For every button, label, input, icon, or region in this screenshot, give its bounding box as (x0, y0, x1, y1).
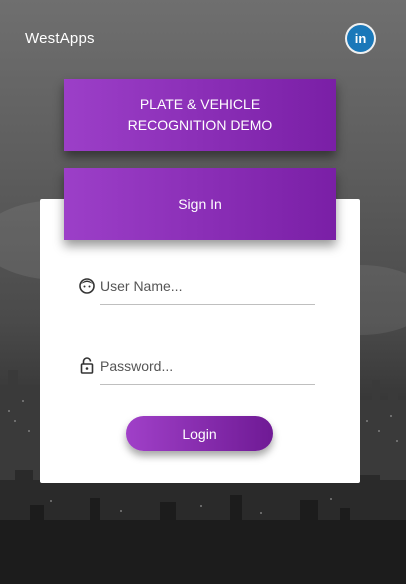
username-input[interactable] (100, 268, 315, 305)
password-field (78, 348, 318, 388)
demo-title-banner: PLATE & VEHICLE RECOGNITION DEMO (64, 79, 336, 151)
user-face-icon (78, 276, 96, 294)
banner-line-2: RECOGNITION DEMO (127, 117, 273, 133)
lock-icon (78, 356, 96, 374)
linkedin-icon[interactable]: in (347, 25, 374, 52)
login-button[interactable]: Login (126, 416, 273, 451)
signin-header: Sign In (64, 168, 336, 240)
brand-name: WestApps (25, 30, 95, 47)
username-field (78, 268, 318, 308)
banner-line-1: PLATE & VEHICLE (139, 96, 261, 112)
password-input[interactable] (100, 348, 315, 385)
signin-title: Sign In (178, 196, 222, 212)
top-bar: WestApps in (0, 0, 406, 76)
